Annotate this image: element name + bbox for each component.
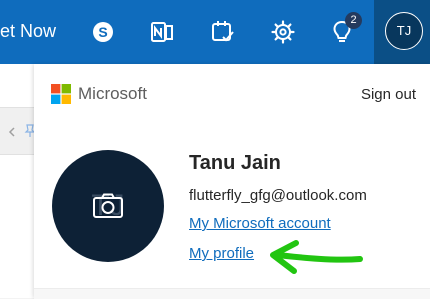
user-email: flutterfly_gfg@outlook.com — [189, 187, 367, 204]
annotation-arrow-icon — [270, 240, 363, 274]
my-profile-link[interactable]: My profile — [189, 244, 254, 264]
panel-footer — [34, 288, 430, 299]
chevron-left-icon[interactable] — [6, 126, 18, 138]
account-button-area[interactable]: TJ — [374, 0, 430, 64]
sign-out-button[interactable]: Sign out — [361, 85, 416, 105]
profile-photo[interactable]: TJ — [52, 150, 164, 262]
skype-icon[interactable]: S — [89, 18, 117, 46]
account-avatar-button[interactable]: TJ — [385, 12, 423, 50]
user-display-name: Tanu Jain — [189, 152, 281, 174]
onenote-icon[interactable] — [148, 18, 176, 46]
account-manager-panel: Microsoft Sign out TJ Tanu Jain flutterf… — [34, 64, 430, 298]
svg-text:S: S — [98, 24, 107, 40]
camera-icon[interactable] — [92, 193, 124, 219]
top-bar: et Now S 2 TJ — [0, 0, 430, 64]
my-day-icon[interactable] — [209, 18, 237, 46]
settings-gear-icon[interactable] — [269, 18, 297, 46]
tips-badge: 2 — [345, 12, 362, 29]
microsoft-logo-icon — [51, 84, 71, 104]
microsoft-brand-name: Microsoft — [78, 84, 147, 103]
my-microsoft-account-link[interactable]: My Microsoft account — [189, 214, 331, 234]
get-now-link[interactable]: et Now — [0, 19, 56, 43]
mail-list-background — [0, 64, 34, 298]
